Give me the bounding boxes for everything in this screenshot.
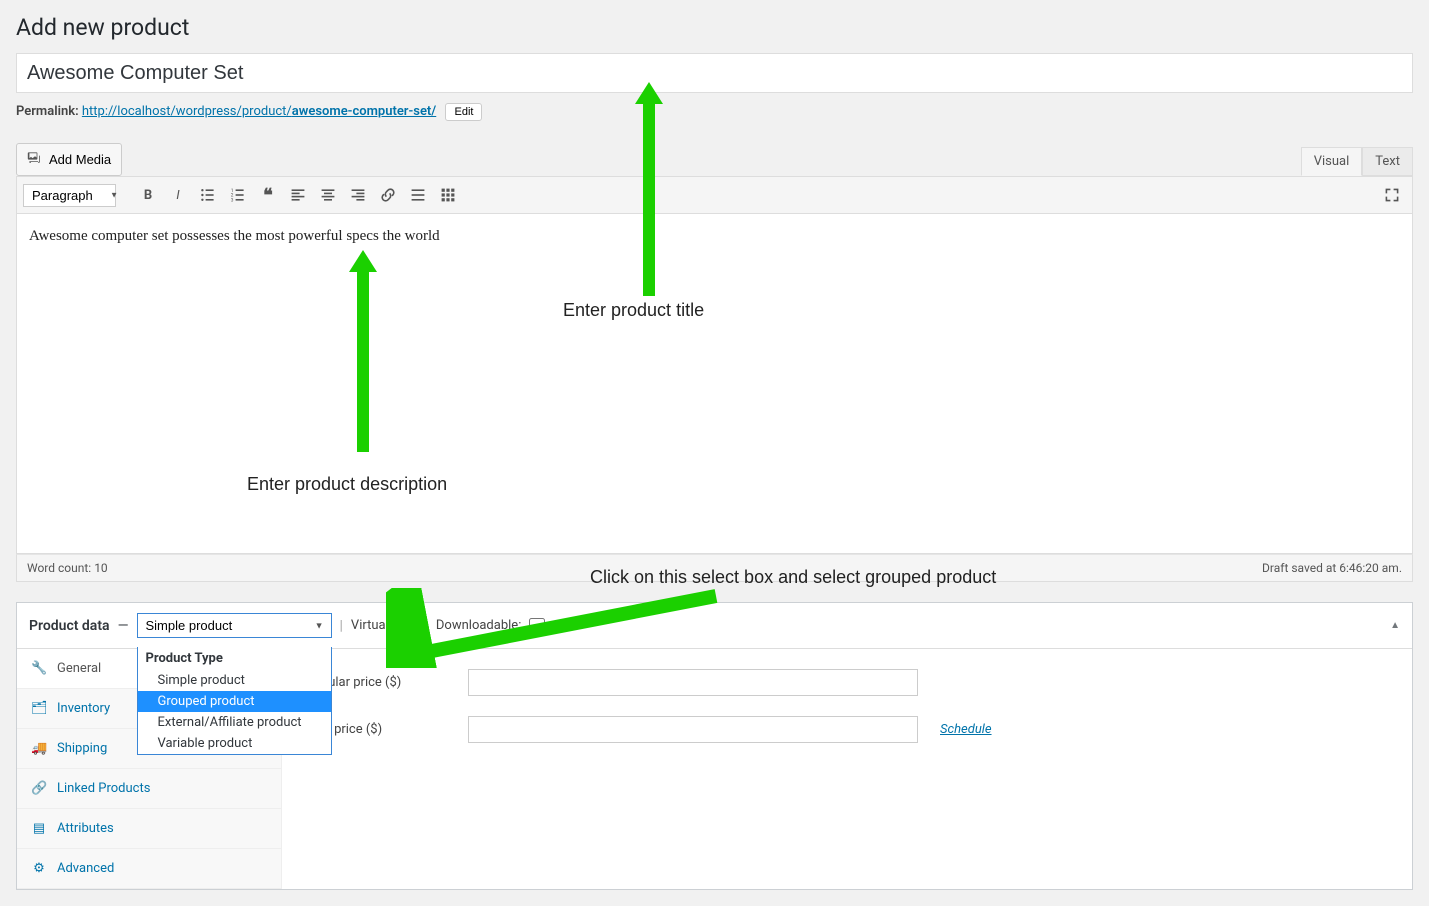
fullscreen-button[interactable] [1378, 181, 1406, 209]
product-title-input[interactable] [16, 53, 1413, 93]
arrow-title-shaft [643, 102, 655, 296]
annotation-description: Enter product description [247, 474, 447, 495]
arrow-desc-icon [349, 250, 377, 272]
regular-price-input[interactable] [468, 669, 918, 696]
toolbar-toggle-button[interactable] [434, 181, 462, 209]
align-center-button[interactable] [314, 181, 342, 209]
quote-button[interactable]: ❝ [254, 181, 282, 209]
option-grouped[interactable]: Grouped product [138, 691, 331, 712]
tab-advanced[interactable]: ⚙Advanced [17, 849, 281, 889]
align-left-button[interactable] [284, 181, 312, 209]
edit-permalink-button[interactable]: Edit [445, 103, 482, 121]
wrench-icon: 🔧 [31, 661, 47, 676]
tab-linked[interactable]: 🔗Linked Products [17, 769, 281, 809]
media-icon [27, 150, 43, 169]
truck-icon: 🚚 [31, 741, 47, 756]
page-heading: Add new product [16, 0, 1413, 53]
link-icon: 🔗 [31, 781, 47, 796]
text-tab[interactable]: Text [1362, 147, 1413, 176]
panel-title: Product data [29, 618, 110, 634]
permalink-label: Permalink: [16, 104, 79, 119]
align-right-button[interactable] [344, 181, 372, 209]
inventory-icon: 🗂 [31, 701, 47, 716]
panel-header: Product data — Simple product Product Ty… [17, 603, 1412, 649]
editor-tabs: Visual Text [1301, 147, 1413, 176]
permalink-link[interactable]: http://localhost/wordpress/product/aweso… [82, 104, 436, 119]
draft-status: Draft saved at 6:46:20 am. [1262, 561, 1402, 575]
bold-button[interactable]: B [134, 181, 162, 209]
virtual-checkbox[interactable] [400, 618, 416, 634]
bullet-list-button[interactable] [194, 181, 222, 209]
editor-content[interactable]: Awesome computer set possesses the most … [16, 214, 1413, 554]
add-media-button[interactable]: Add Media [16, 143, 122, 176]
downloadable-checkbox[interactable] [529, 618, 545, 634]
product-fields: Regular price ($) Sale price ($) Schedul… [282, 649, 1412, 889]
format-select[interactable]: Paragraph [23, 184, 116, 207]
option-simple[interactable]: Simple product [138, 670, 331, 691]
tab-attributes[interactable]: ▤Attributes [17, 809, 281, 849]
sale-price-input[interactable] [468, 716, 918, 743]
product-data-panel: Product data — Simple product Product Ty… [16, 602, 1413, 890]
panel-collapse-icon[interactable]: ▲ [1390, 620, 1400, 631]
arrow-desc-shaft [357, 270, 369, 452]
annotation-title: Enter product title [563, 300, 704, 321]
product-type-select[interactable]: Simple product [137, 613, 332, 638]
permalink-row: Permalink: http://localhost/wordpress/pr… [16, 93, 1413, 127]
list-icon: ▤ [31, 821, 47, 836]
number-list-button[interactable]: 123 [224, 181, 252, 209]
schedule-link[interactable]: Schedule [940, 722, 992, 737]
option-variable[interactable]: Variable product [138, 733, 331, 754]
visual-tab[interactable]: Visual [1301, 147, 1363, 176]
svg-text:3: 3 [231, 197, 234, 203]
editor-toolbar: Paragraph B I 123 ❝ [16, 176, 1413, 214]
editor-footer: Word count: 10 Draft saved at 6:46:20 am… [16, 554, 1413, 582]
product-type-dropdown: Product Type Simple product Grouped prod… [137, 647, 332, 755]
option-external[interactable]: External/Affiliate product [138, 712, 331, 733]
link-button[interactable] [374, 181, 402, 209]
gear-icon: ⚙ [31, 861, 47, 876]
italic-button[interactable]: I [164, 181, 192, 209]
more-button[interactable] [404, 181, 432, 209]
arrow-title-icon [635, 82, 663, 104]
